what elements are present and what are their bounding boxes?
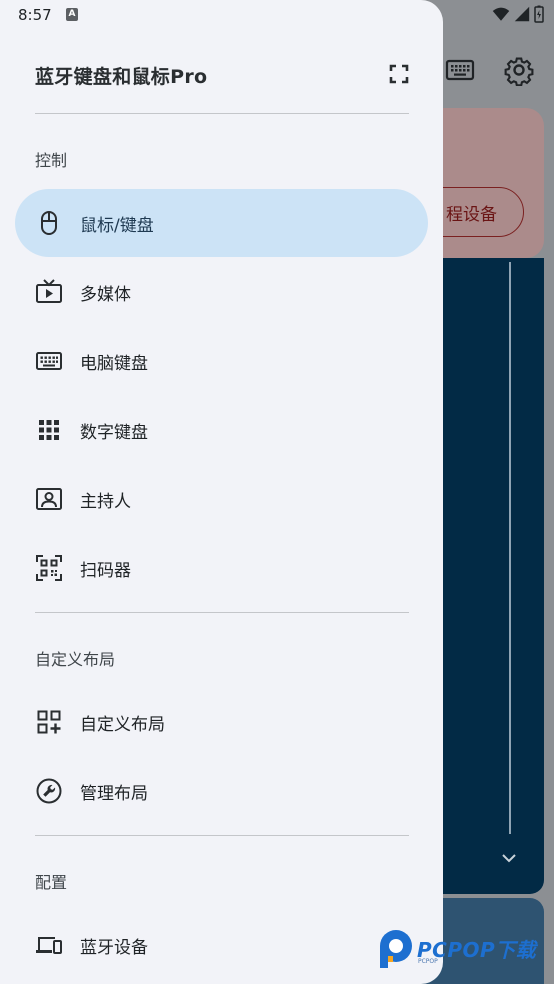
status-icons: [492, 5, 544, 23]
nav-item-label: 自定义布局: [80, 714, 165, 735]
chevron-down-icon[interactable]: [499, 848, 519, 868]
pcpop-logo-icon: [380, 930, 412, 968]
dialpad-icon: [35, 416, 63, 444]
section-custom-layout: 自定义布局: [35, 650, 116, 669]
section-config: 配置: [35, 873, 68, 892]
connect-device-label: 程设备: [446, 204, 497, 225]
watermark-logo: PCPOP下载 PCPOP: [376, 928, 554, 972]
nav-item-label: 蓝牙设备: [80, 937, 148, 958]
section-control: 控制: [35, 151, 68, 170]
nav-item-label: 管理布局: [80, 783, 148, 804]
status-time: 8:57: [18, 6, 52, 24]
nav-item-presenter[interactable]: 主持人: [15, 465, 428, 533]
watermark-sub: PCPOP: [418, 958, 438, 965]
qr-scanner-icon: [35, 554, 63, 582]
divider: [35, 835, 409, 836]
scroll-strip[interactable]: [509, 262, 511, 834]
nav-item-pc-keyboard[interactable]: 电脑键盘: [15, 327, 428, 395]
devices-icon: [35, 931, 63, 959]
nav-item-label: 鼠标/键盘: [80, 215, 154, 236]
wifi-icon: [492, 7, 510, 21]
nav-item-multimedia[interactable]: 多媒体: [15, 258, 428, 326]
divider: [35, 113, 409, 114]
nav-item-scanner[interactable]: 扫码器: [15, 534, 428, 602]
nav-item-label: 电脑键盘: [80, 353, 148, 374]
nav-item-label: 多媒体: [80, 284, 131, 305]
nav-item-label: 主持人: [80, 491, 131, 512]
keyboard-icon[interactable]: [444, 54, 476, 86]
nav-item-manage-layout[interactable]: 管理布局: [15, 757, 428, 825]
battery-icon: [534, 5, 544, 23]
nav-item-label: 扫码器: [80, 560, 131, 581]
mouse-icon: [35, 209, 63, 237]
divider: [35, 612, 409, 613]
tv-play-icon: [35, 278, 63, 306]
widgets-add-icon: [35, 708, 63, 736]
drawer-title: 蓝牙键盘和鼠标Pro: [35, 66, 208, 88]
fullscreen-icon[interactable]: [385, 60, 413, 88]
nav-item-bluetooth-devices[interactable]: 蓝牙设备: [15, 911, 428, 979]
gear-icon[interactable]: [503, 54, 535, 86]
nav-item-label: 数字键盘: [80, 422, 148, 443]
notification-icon: A: [66, 8, 78, 21]
navigation-drawer: 8:57 A 蓝牙键盘和鼠标Pro 控制 鼠标/键盘 多媒体 电脑键盘 数字键盘…: [0, 0, 443, 984]
presenter-icon: [35, 485, 63, 513]
keyboard-icon: [35, 347, 63, 375]
nav-item-numpad[interactable]: 数字键盘: [15, 396, 428, 464]
nav-item-mouse-keyboard[interactable]: 鼠标/键盘: [15, 189, 428, 257]
signal-icon: [514, 6, 530, 22]
wrench-icon: [35, 777, 63, 805]
nav-item-custom-layout[interactable]: 自定义布局: [15, 688, 428, 756]
